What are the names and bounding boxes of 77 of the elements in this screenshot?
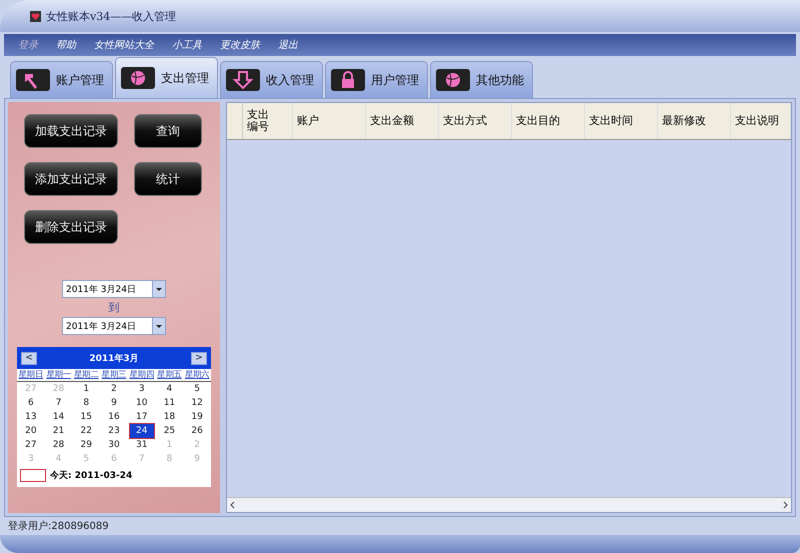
calendar-day[interactable]: 28 [46,438,70,452]
today-label[interactable]: 今天: 2011-03-24 [50,469,132,482]
range-separator: 到 [108,300,120,315]
menu-item[interactable]: 女性网站大全 [94,38,154,52]
menu-item[interactable]: 小工具 [172,38,202,52]
calendar-day[interactable]: 17 [130,410,154,424]
tab[interactable]: 账户管理 [10,61,113,98]
calendar-day[interactable]: 16 [102,410,126,424]
action-button[interactable]: 统计 [134,162,202,196]
weekday-label: 星期二 [72,369,100,382]
tab[interactable]: 用户管理 [325,61,428,98]
weekday-label: 星期六 [183,369,211,382]
action-button[interactable]: 查询 [134,114,202,148]
calendar-day[interactable]: 3 [130,382,154,396]
calendar-day[interactable]: 5 [185,382,209,396]
weekday-label: 星期一 [44,369,72,382]
menu-item[interactable]: 帮助 [56,38,76,52]
column-header[interactable]: 支出时间 [585,103,658,139]
calendar-day[interactable]: 6 [19,396,43,410]
calendar-day[interactable]: 9 [102,396,126,410]
today-marker [20,469,46,482]
calendar-day[interactable]: 19 [185,410,209,424]
calendar-day[interactable]: 22 [74,424,98,438]
status-text: 登录用户:280896089 [8,520,109,533]
calendar-day[interactable]: 15 [74,410,98,424]
globe-icon [120,65,156,91]
calendar-day[interactable]: 18 [158,410,182,424]
calendar-day[interactable]: 30 [102,438,126,452]
dropdown-icon[interactable] [152,318,165,334]
padlock-icon [330,67,366,93]
column-header[interactable]: 支出编号 [243,103,293,139]
tab[interactable]: 支出管理 [115,57,218,98]
dropdown-icon[interactable] [152,281,165,297]
calendar-day[interactable]: 14 [46,410,70,424]
calendar-day[interactable]: 23 [102,424,126,438]
calendar-day[interactable]: 8 [74,396,98,410]
calendar-day[interactable]: 11 [158,396,182,410]
calendar-day[interactable]: 31 [130,438,154,452]
next-month-button[interactable]: > [191,352,207,364]
weekday-label: 星期日 [17,369,45,382]
heart-icon [30,10,41,22]
calendar-day[interactable]: 24 [130,424,154,438]
column-header[interactable]: 支出金额 [366,103,439,139]
column-header[interactable]: 支出说明 [731,103,791,139]
calendar-day[interactable]: 1 [74,382,98,396]
calendar-day[interactable]: 25 [158,424,182,438]
calendar-title: 2011年3月 [89,352,139,364]
calendar-day[interactable]: 13 [19,410,43,424]
calendar-day[interactable]: 27 [19,438,43,452]
action-button[interactable]: 加载支出记录 [24,114,118,148]
calendar-day[interactable]: 29 [74,438,98,452]
column-header[interactable]: 账户 [293,103,366,139]
column-header[interactable]: 最新修改 [658,103,731,139]
calendar-day[interactable]: 4 [158,382,182,396]
calendar-day[interactable]: 26 [185,424,209,438]
tab[interactable]: 收入管理 [220,61,323,98]
weekday-label: 星期四 [128,369,156,382]
calendar-day[interactable]: 21 [46,424,70,438]
date-picker[interactable]: 2011年 3月24日 [62,317,166,335]
weekday-label: 星期三 [100,369,128,382]
date-picker[interactable]: 2011年 3月24日 [62,280,166,298]
weekday-label: 星期五 [156,369,184,382]
calendar-day[interactable]: 20 [19,424,43,438]
calendar-day[interactable]: 2 [102,382,126,396]
calendar-day[interactable]: 12 [185,396,209,410]
menu-item[interactable]: 更改皮肤 [220,38,260,52]
window-title: 女性账本v34——收入管理 [46,8,176,24]
column-header[interactable]: 支出目的 [512,103,585,139]
previous-month-button[interactable]: < [21,352,37,364]
tab[interactable]: 其他功能 [430,61,533,98]
column-header[interactable]: 支出方式 [439,103,512,139]
calendar-day[interactable]: 7 [46,396,70,410]
globe-icon [435,67,471,93]
action-button[interactable]: 添加支出记录 [24,162,118,196]
action-button[interactable]: 删除支出记录 [24,210,118,244]
menu-item[interactable]: 退出 [278,38,298,52]
calendar-day[interactable]: 10 [130,396,154,410]
